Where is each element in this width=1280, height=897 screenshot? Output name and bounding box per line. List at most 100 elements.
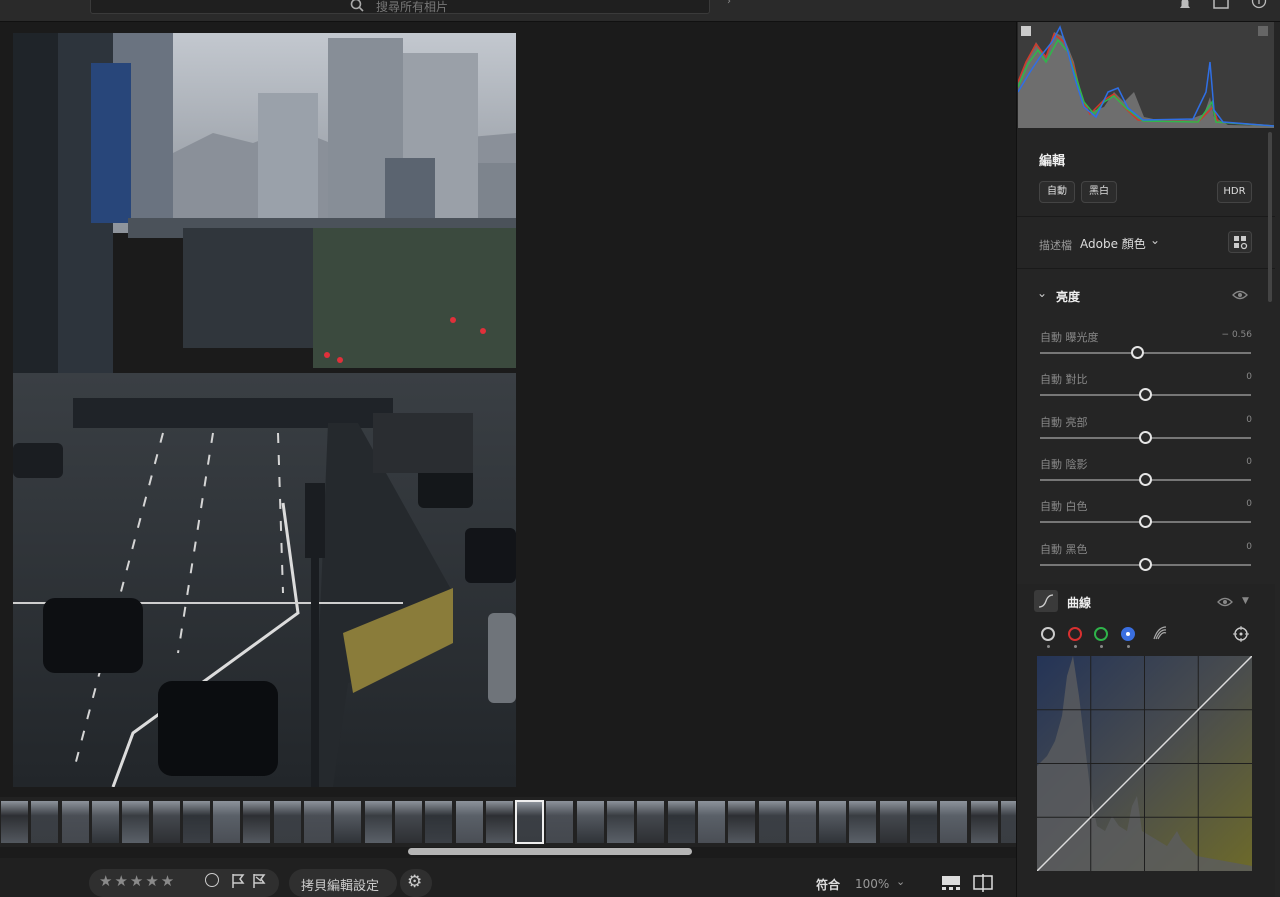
chevron-down-icon[interactable]: ⌄ bbox=[896, 875, 905, 888]
zoom-value[interactable]: 100% bbox=[855, 877, 889, 891]
slider-value[interactable]: 0 bbox=[1246, 457, 1252, 467]
filmstrip-thumbnail[interactable] bbox=[242, 800, 272, 844]
slider-label: 自動 曝光度 bbox=[1040, 331, 1099, 344]
filmstrip-thumbnail[interactable] bbox=[939, 800, 969, 844]
filmstrip-thumbnail[interactable] bbox=[90, 800, 120, 844]
eye-icon[interactable] bbox=[1232, 290, 1248, 300]
filmstrip-thumbnail[interactable] bbox=[757, 800, 787, 844]
chevron-down-icon[interactable]: ▼ bbox=[1242, 596, 1249, 606]
slider-value[interactable]: − 0.56 bbox=[1222, 330, 1252, 340]
slider-knob[interactable] bbox=[1139, 472, 1152, 486]
filmstrip-thumbnail[interactable] bbox=[454, 800, 484, 844]
filmstrip-thumbnail[interactable] bbox=[424, 800, 454, 844]
filmstrip-thumbnail[interactable] bbox=[393, 800, 423, 844]
slider-track[interactable] bbox=[1040, 352, 1251, 354]
main-photo[interactable] bbox=[13, 33, 516, 787]
channel-indicator-dot bbox=[1047, 645, 1050, 648]
filmstrip-thumbnail[interactable] bbox=[848, 800, 878, 844]
slider-value[interactable]: 0 bbox=[1246, 499, 1252, 509]
filmstrip-scrollbar[interactable] bbox=[408, 848, 692, 855]
panel-scrollbar[interactable] bbox=[1268, 132, 1272, 302]
curve-icon[interactable] bbox=[1034, 590, 1058, 612]
slider-knob[interactable] bbox=[1139, 430, 1152, 444]
filmstrip-thumbnail[interactable] bbox=[545, 800, 575, 844]
search-icon bbox=[350, 0, 364, 12]
rating-flag-group: ★★★★★ bbox=[89, 869, 279, 897]
filmstrip-thumbnail[interactable] bbox=[818, 800, 848, 844]
filmstrip-thumbnail[interactable] bbox=[181, 800, 211, 844]
slider-label: 自動 亮部 bbox=[1040, 415, 1088, 429]
slider-value[interactable]: 0 bbox=[1246, 415, 1252, 425]
curve-channel-red[interactable] bbox=[1067, 627, 1082, 641]
clipping-highlight-toggle[interactable] bbox=[1258, 26, 1268, 36]
slider-value[interactable]: 0 bbox=[1246, 372, 1252, 382]
filmstrip-thumbnail[interactable] bbox=[606, 800, 635, 844]
eye-icon[interactable] bbox=[1217, 597, 1233, 607]
profile-value[interactable]: Adobe 顏色 bbox=[1080, 235, 1146, 252]
slider-knob[interactable] bbox=[1139, 388, 1152, 402]
slider-label: 自動 白色 bbox=[1040, 500, 1088, 514]
clipping-shadow-toggle[interactable] bbox=[1021, 26, 1031, 36]
slider-knob[interactable] bbox=[1130, 346, 1144, 359]
curve-channel-blue[interactable] bbox=[1120, 627, 1135, 641]
flag-icon[interactable] bbox=[230, 873, 246, 889]
filmstrip-thumbnail[interactable] bbox=[212, 800, 242, 844]
curve-channel-green[interactable] bbox=[1094, 627, 1108, 641]
filmstrip-thumbnail[interactable] bbox=[333, 800, 363, 844]
slider-knob[interactable] bbox=[1139, 557, 1152, 571]
filmstrip-thumbnail[interactable] bbox=[575, 800, 605, 844]
filmstrip-thumbnail[interactable] bbox=[363, 800, 393, 844]
bell-icon[interactable] bbox=[1177, 0, 1193, 12]
window-icon[interactable] bbox=[1213, 0, 1229, 12]
circle-reject-icon[interactable] bbox=[205, 873, 219, 887]
filmstrip-thumbnail[interactable] bbox=[0, 800, 29, 844]
tone-curve-graph[interactable] bbox=[1037, 656, 1252, 871]
curve-section-title[interactable]: 曲線 bbox=[1067, 594, 1091, 611]
light-section-title[interactable]: 亮度 bbox=[1056, 288, 1080, 305]
slider-label: 自動 陰影 bbox=[1040, 457, 1088, 471]
slider-value[interactable]: 0 bbox=[1246, 542, 1252, 552]
filmstrip-thumbnail[interactable] bbox=[969, 800, 999, 844]
filmstrip-thumbnail[interactable] bbox=[515, 800, 545, 844]
filmstrip-thumbnail[interactable] bbox=[696, 800, 726, 844]
curve-channel-rgb[interactable] bbox=[1041, 627, 1055, 641]
filmstrip-thumbnail[interactable] bbox=[636, 800, 666, 844]
filmstrip-thumbnail[interactable] bbox=[303, 800, 332, 844]
filmstrip-thumbnail[interactable] bbox=[787, 800, 817, 844]
filmstrip-thumbnail[interactable] bbox=[727, 800, 757, 844]
filmstrip bbox=[0, 797, 1029, 847]
hdr-button[interactable]: HDR bbox=[1217, 181, 1252, 203]
filmstrip-thumbnail[interactable] bbox=[878, 800, 908, 844]
channel-indicator-dot bbox=[1100, 645, 1103, 648]
filmstrip-thumbnail[interactable] bbox=[151, 800, 181, 844]
filmstrip-thumbnail[interactable] bbox=[909, 800, 938, 844]
chevron-down-icon[interactable]: ⌄ bbox=[1037, 286, 1047, 300]
copy-edit-button[interactable]: 拷貝編輯設定 bbox=[289, 869, 397, 897]
unflag-icon[interactable] bbox=[251, 873, 267, 889]
star-rating[interactable]: ★★★★★ bbox=[99, 872, 176, 890]
filmstrip-thumbnail[interactable] bbox=[484, 800, 514, 844]
gear-button[interactable]: ⚙ bbox=[400, 869, 432, 897]
filmstrip-thumbnail[interactable] bbox=[30, 800, 60, 844]
grid-browse-icon[interactable] bbox=[1228, 231, 1252, 253]
filmstrip-thumbnail[interactable] bbox=[60, 800, 90, 844]
filmstrip-thumbnail[interactable] bbox=[121, 800, 151, 844]
slider-knob[interactable] bbox=[1139, 515, 1152, 529]
target-adjust-icon[interactable] bbox=[1233, 626, 1249, 642]
channel-indicator-dot bbox=[1126, 645, 1130, 648]
help-icon[interactable] bbox=[1251, 0, 1267, 12]
bw-button[interactable]: 黑白 bbox=[1081, 181, 1117, 203]
compare-icon[interactable] bbox=[973, 874, 993, 892]
edit-title: 編輯 bbox=[1039, 154, 1066, 169]
filmstrip-toggle-icon[interactable] bbox=[941, 875, 961, 891]
filmstrip-thumbnail[interactable] bbox=[666, 800, 696, 844]
auto-button[interactable]: 自動 bbox=[1039, 181, 1075, 203]
edit-panel: 編輯 自動 黑白 HDR 描述檔 Adobe 顏色 ⌄ ⌄ 亮度 曲線 ▼ 自動… bbox=[1016, 22, 1280, 897]
histogram bbox=[1018, 22, 1274, 128]
fit-label[interactable]: 符合 bbox=[816, 876, 840, 893]
filmstrip-thumbnail[interactable] bbox=[272, 800, 302, 844]
parametric-curve-icon[interactable] bbox=[1152, 625, 1168, 641]
channel-indicator-dot bbox=[1073, 645, 1077, 648]
slider-label: 自動 黑色 bbox=[1040, 542, 1088, 556]
chevron-down-icon[interactable]: ⌄ bbox=[1150, 233, 1160, 247]
